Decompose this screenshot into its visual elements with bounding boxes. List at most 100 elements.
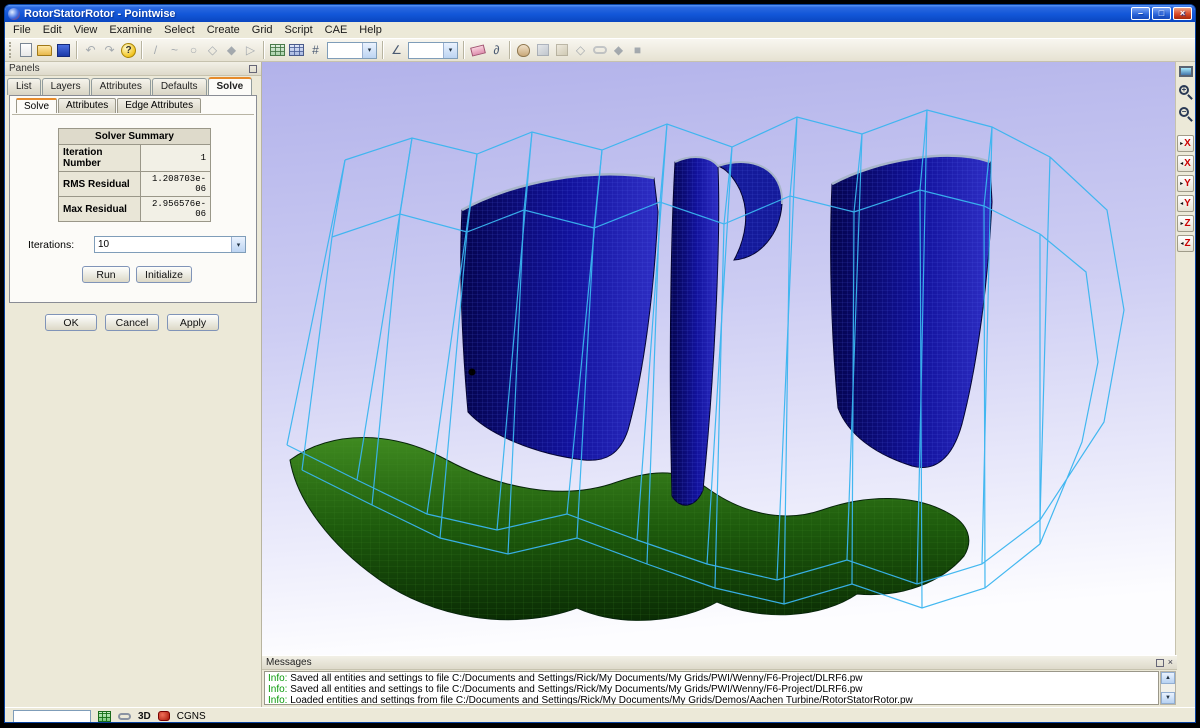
cae-solver-label: CGNS bbox=[177, 711, 206, 722]
iterations-combo[interactable]: ▾ bbox=[94, 236, 246, 253]
apply-button[interactable]: Apply bbox=[167, 314, 219, 331]
menu-examine[interactable]: Examine bbox=[103, 23, 158, 37]
messages-title: Messages bbox=[266, 657, 312, 668]
link-mode-icon[interactable] bbox=[118, 713, 131, 720]
grid-mode-icon[interactable] bbox=[98, 711, 111, 722]
initialize-button[interactable]: Initialize bbox=[136, 266, 192, 283]
dimension-mode-label: 3D bbox=[138, 711, 151, 722]
diamond-filled-tool-icon[interactable]: ◆ bbox=[222, 41, 241, 60]
maximize-button[interactable]: □ bbox=[1152, 7, 1171, 20]
view-minus-x-button[interactable]: ◂X bbox=[1177, 155, 1194, 172]
row-value: 1 bbox=[141, 145, 211, 172]
messages-header[interactable]: Messages × bbox=[262, 656, 1177, 670]
mask-icon[interactable] bbox=[514, 41, 533, 60]
close-icon[interactable]: × bbox=[1168, 658, 1173, 667]
menu-help[interactable]: Help bbox=[353, 23, 388, 37]
undo-icon[interactable]: ↶ bbox=[81, 41, 100, 60]
cae-solver-icon[interactable] bbox=[158, 711, 170, 721]
cube-icon[interactable] bbox=[533, 41, 552, 60]
square-icon[interactable]: ■ bbox=[628, 41, 647, 60]
chevron-down-icon[interactable]: ▾ bbox=[443, 43, 457, 58]
chevron-down-icon[interactable]: ▾ bbox=[231, 237, 245, 252]
menu-script[interactable]: Script bbox=[279, 23, 319, 37]
menu-file[interactable]: File bbox=[7, 23, 37, 37]
iterations-label: Iterations: bbox=[28, 239, 74, 251]
grid-table-icon[interactable] bbox=[268, 41, 287, 60]
new-file-icon[interactable] bbox=[16, 41, 35, 60]
link-icon[interactable] bbox=[590, 41, 609, 60]
dimension-combo[interactable]: ▾ bbox=[327, 42, 377, 59]
open-icon[interactable] bbox=[35, 41, 54, 60]
zoom-out-icon[interactable]: − bbox=[1179, 107, 1192, 120]
tab-list[interactable]: List bbox=[7, 78, 41, 95]
menu-grid[interactable]: Grid bbox=[246, 23, 279, 37]
eraser-icon[interactable] bbox=[468, 41, 487, 60]
tab-defaults[interactable]: Defaults bbox=[152, 78, 207, 95]
zoom-in-icon[interactable]: + bbox=[1179, 85, 1192, 98]
chevron-down-icon[interactable]: ▾ bbox=[362, 43, 376, 58]
run-button[interactable]: Run bbox=[82, 266, 130, 283]
messages-list[interactable]: Info: Saved all entities and settings to… bbox=[264, 671, 1159, 705]
scroll-down-icon[interactable]: ▼ bbox=[1161, 692, 1175, 704]
close-button[interactable]: × bbox=[1173, 7, 1192, 20]
tab-attributes[interactable]: Attributes bbox=[91, 78, 151, 95]
help-icon[interactable]: ? bbox=[119, 41, 138, 60]
panels-header[interactable]: Panels bbox=[5, 62, 261, 76]
viewport-3d[interactable] bbox=[262, 62, 1177, 655]
solve-subtabs: Solve Attributes Edge Attributes bbox=[16, 98, 202, 113]
solver-summary-title: Solver Summary bbox=[59, 129, 211, 145]
diamond-tool-icon[interactable]: ◇ bbox=[203, 41, 222, 60]
line-tool-icon[interactable]: / bbox=[146, 41, 165, 60]
menu-create[interactable]: Create bbox=[201, 23, 246, 37]
menu-cae[interactable]: CAE bbox=[319, 23, 354, 37]
iterations-input[interactable] bbox=[95, 239, 231, 250]
row-label: RMS Residual bbox=[59, 172, 141, 197]
menu-view[interactable]: View bbox=[68, 23, 104, 37]
list-item: Info: Saved all entities and settings to… bbox=[268, 673, 1155, 684]
view-minus-y-button[interactable]: ◂Y bbox=[1177, 195, 1194, 212]
subtab-attributes[interactable]: Attributes bbox=[58, 98, 116, 113]
full-view-icon[interactable] bbox=[1179, 66, 1193, 77]
solver-summary-table: Solver Summary Iteration Number 1 RMS Re… bbox=[58, 128, 211, 222]
angle-combo[interactable]: ▾ bbox=[408, 42, 458, 59]
command-input[interactable] bbox=[13, 710, 91, 723]
dock-icon[interactable] bbox=[249, 65, 257, 73]
title-bar[interactable]: RotorStatorRotor - Pointwise – □ × bbox=[5, 5, 1195, 22]
panels-sidebar: Panels List Layers Attributes Defaults S… bbox=[5, 62, 262, 707]
angle-icon[interactable]: ∠ bbox=[387, 41, 406, 60]
circle-tool-icon[interactable]: ○ bbox=[184, 41, 203, 60]
view-plus-x-button[interactable]: ▸X bbox=[1177, 135, 1194, 152]
toolbar-grip[interactable] bbox=[9, 42, 12, 58]
messages-scrollbar[interactable]: ▲ ▼ bbox=[1160, 671, 1176, 705]
redo-icon[interactable]: ↷ bbox=[100, 41, 119, 60]
grid-table2-icon[interactable] bbox=[287, 41, 306, 60]
view-minus-z-button[interactable]: ◂Z bbox=[1177, 235, 1194, 252]
scroll-up-icon[interactable]: ▲ bbox=[1161, 672, 1175, 684]
ok-button[interactable]: OK bbox=[45, 314, 97, 331]
save-icon[interactable] bbox=[54, 41, 73, 60]
tab-solve[interactable]: Solve bbox=[208, 77, 253, 95]
window-title: RotorStatorRotor - Pointwise bbox=[24, 8, 176, 20]
tab-layers[interactable]: Layers bbox=[42, 78, 90, 95]
dimension-icon[interactable]: # bbox=[306, 41, 325, 60]
view-plus-z-button[interactable]: ▸Z bbox=[1177, 215, 1194, 232]
menu-edit[interactable]: Edit bbox=[37, 23, 68, 37]
diamond3-icon[interactable]: ◆ bbox=[609, 41, 628, 60]
view-plus-y-button[interactable]: ▸Y bbox=[1177, 175, 1194, 192]
selection-point[interactable] bbox=[469, 369, 476, 376]
table-row: Iteration Number 1 bbox=[59, 145, 211, 172]
diamond2-icon[interactable]: ◇ bbox=[571, 41, 590, 60]
solve-panel: Solve Attributes Edge Attributes Solver … bbox=[9, 95, 257, 303]
subtab-edge-attributes[interactable]: Edge Attributes bbox=[117, 98, 201, 113]
partial-icon[interactable]: ∂ bbox=[487, 41, 506, 60]
subtab-solve[interactable]: Solve bbox=[16, 98, 57, 113]
row-label: Iteration Number bbox=[59, 145, 141, 172]
cube2-icon[interactable] bbox=[552, 41, 571, 60]
curve-tool-icon[interactable]: ~ bbox=[165, 41, 184, 60]
panel-tabs: List Layers Attributes Defaults Solve bbox=[7, 78, 253, 95]
cancel-button[interactable]: Cancel bbox=[105, 314, 159, 331]
menu-select[interactable]: Select bbox=[158, 23, 201, 37]
minimize-button[interactable]: – bbox=[1131, 7, 1150, 20]
arrow-tool-icon[interactable]: ▷ bbox=[241, 41, 260, 60]
float-panel-icon[interactable] bbox=[1156, 659, 1164, 667]
